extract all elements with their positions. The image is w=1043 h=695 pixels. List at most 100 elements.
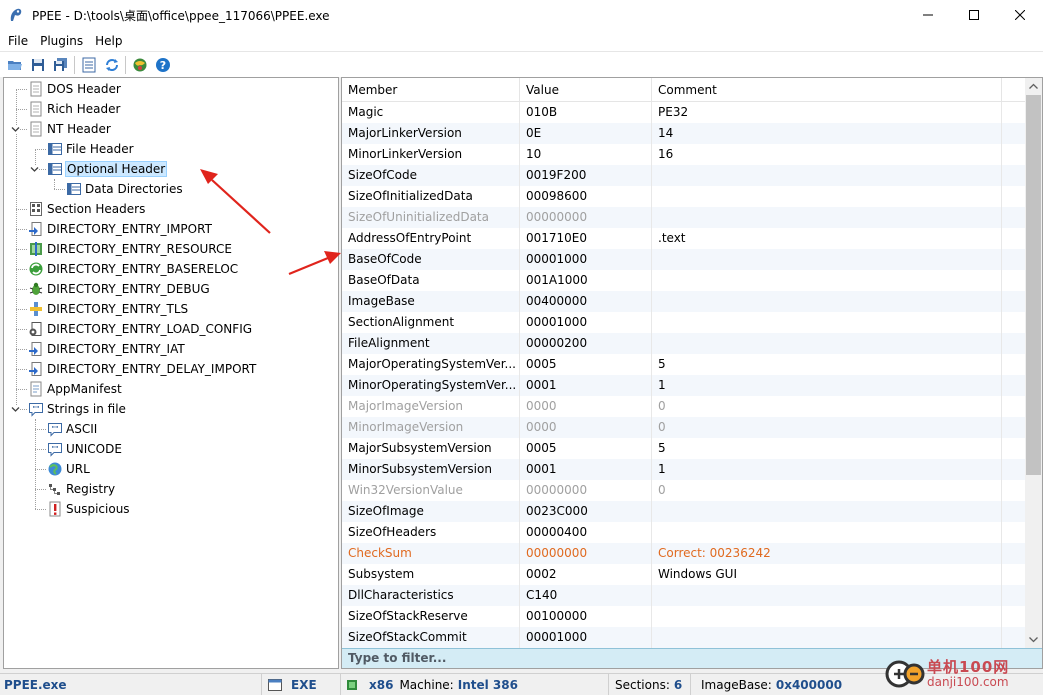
tree-item-file-header[interactable]: File Header <box>47 139 134 159</box>
tree-connector <box>16 289 27 290</box>
cell-value: 00001000 <box>520 312 652 333</box>
table-row[interactable]: BaseOfCode 00001000 <box>342 249 1025 270</box>
column-comment[interactable]: Comment <box>652 78 1002 102</box>
table-row[interactable]: SizeOfStackReserve 00100000 <box>342 606 1025 627</box>
table-row[interactable]: AddressOfEntryPoint 001710E0 .text <box>342 228 1025 249</box>
scrollbar-thumb[interactable] <box>1026 95 1041 475</box>
tree-item-section-headers[interactable]: Section Headers <box>28 199 145 219</box>
table-row[interactable]: SizeOfHeaders 00000400 <box>342 522 1025 543</box>
tree-item-data-directories[interactable]: Data Directories <box>66 179 183 199</box>
cell-comment <box>652 333 1002 354</box>
config-icon <box>29 322 42 336</box>
tree-item-directory-entry-iat[interactable]: DIRECTORY_ENTRY_IAT <box>28 339 185 359</box>
close-icon <box>1015 10 1025 20</box>
table-row[interactable]: SizeOfStackCommit 00001000 <box>342 627 1025 648</box>
tree-item-nt-header[interactable]: NT Header <box>28 119 111 139</box>
cell-member: BaseOfData <box>342 270 520 291</box>
menu-file[interactable]: File <box>2 34 34 48</box>
scroll-up-icon[interactable] <box>1025 78 1042 95</box>
table-row[interactable]: BaseOfData 001A1000 <box>342 270 1025 291</box>
tree-item-label: ASCII <box>66 422 98 436</box>
menu-plugins[interactable]: Plugins <box>34 34 89 48</box>
table-row[interactable]: SizeOfInitializedData 00098600 <box>342 186 1025 207</box>
table-row[interactable]: MinorSubsystemVersion 0001 1 <box>342 459 1025 480</box>
strings-icon: "" <box>29 403 43 417</box>
tree-item-optional-header[interactable]: Optional Header <box>47 159 168 179</box>
table-row[interactable]: SectionAlignment 00001000 <box>342 312 1025 333</box>
svg-text:"": "" <box>51 445 58 453</box>
tree-item-suspicious[interactable]: Suspicious <box>47 499 130 519</box>
table-row[interactable]: SizeOfCode 0019F200 <box>342 165 1025 186</box>
tree-item-label: Registry <box>66 482 116 496</box>
tree-item-label: DIRECTORY_ENTRY_DELAY_IMPORT <box>47 362 257 376</box>
menu-help[interactable]: Help <box>89 34 128 48</box>
tree-item-directory-entry-debug[interactable]: DIRECTORY_ENTRY_DEBUG <box>28 279 210 299</box>
cell-comment: 5 <box>652 438 1002 459</box>
tree-item-strings-in-file[interactable]: "" Strings in file <box>28 399 126 419</box>
cell-comment <box>652 249 1002 270</box>
file-type: EXE <box>291 677 317 692</box>
tree-item-dos-header[interactable]: DOS Header <box>28 79 121 99</box>
save-all-button[interactable] <box>49 54 72 76</box>
table-row[interactable]: MajorImageVersion 0000 0 <box>342 396 1025 417</box>
save-icon <box>31 58 44 71</box>
tree-item-directory-entry-delay-import[interactable]: DIRECTORY_ENTRY_DELAY_IMPORT <box>28 359 256 379</box>
tree-item-label: Strings in file <box>47 402 126 416</box>
grid-icon <box>48 163 62 175</box>
tree-item-unicode[interactable]: "" UNICODE <box>47 439 122 459</box>
table-row[interactable]: MinorLinkerVersion 10 16 <box>342 144 1025 165</box>
close-button[interactable] <box>997 0 1043 30</box>
table-row[interactable]: Subsystem 0002 Windows GUI <box>342 564 1025 585</box>
tree-connector <box>35 509 46 510</box>
table-row[interactable]: CheckSum 00000000 Correct: 00236242 <box>342 543 1025 564</box>
tree-connector <box>35 429 46 430</box>
tree-item-rich-header[interactable]: Rich Header <box>28 99 120 119</box>
expand-chevron-icon[interactable] <box>11 405 20 414</box>
cell-value: 010B <box>520 102 652 123</box>
tree-item-directory-entry-load-config[interactable]: DIRECTORY_ENTRY_LOAD_CONFIG <box>28 319 252 339</box>
tree-item-url[interactable]: URL <box>47 459 90 479</box>
refresh-button[interactable] <box>100 54 123 76</box>
expand-chevron-icon[interactable] <box>11 125 20 134</box>
table-row[interactable]: SizeOfUninitializedData 00000000 <box>342 207 1025 228</box>
minimize-button[interactable] <box>905 0 951 30</box>
column-value[interactable]: Value <box>520 78 652 102</box>
cell-member: DllCharacteristics <box>342 585 520 606</box>
structure-tree[interactable]: DOS Header Rich Header NT Header File Heade… <box>3 77 339 669</box>
plugins-button[interactable] <box>128 54 151 76</box>
tree-item-registry[interactable]: Registry <box>47 479 115 499</box>
tree-item-directory-entry-basereloc[interactable]: DIRECTORY_ENTRY_BASERELOC <box>28 259 238 279</box>
expand-chevron-icon[interactable] <box>30 165 39 174</box>
table-row[interactable]: MinorOperatingSystemVer... 0001 1 <box>342 375 1025 396</box>
table-row[interactable]: FileAlignment 00000200 <box>342 333 1025 354</box>
sections-label: Sections: <box>615 677 670 692</box>
tree-item-appmanifest[interactable]: AppManifest <box>28 379 122 399</box>
globe-icon <box>48 462 62 476</box>
help-button[interactable]: ? <box>151 54 174 76</box>
table-row[interactable]: ImageBase 00400000 <box>342 291 1025 312</box>
table-row[interactable]: SizeOfImage 0023C000 <box>342 501 1025 522</box>
table-row[interactable]: DllCharacteristics C140 <box>342 585 1025 606</box>
scroll-down-icon[interactable] <box>1025 631 1042 648</box>
table-row[interactable]: Win32VersionValue 00000000 0 <box>342 480 1025 501</box>
properties-button[interactable] <box>77 54 100 76</box>
tree-item-directory-entry-resource[interactable]: DIRECTORY_ENTRY_RESOURCE <box>28 239 232 259</box>
table-row[interactable]: MinorImageVersion 0000 0 <box>342 417 1025 438</box>
maximize-button[interactable] <box>951 0 997 30</box>
cell-member: MinorSubsystemVersion <box>342 459 520 480</box>
save-button[interactable] <box>26 54 49 76</box>
tree-item-ascii[interactable]: "" ASCII <box>47 419 97 439</box>
table-row[interactable]: MajorLinkerVersion 0E 14 <box>342 123 1025 144</box>
table-row[interactable]: Magic 010B PE32 <box>342 102 1025 123</box>
cell-value: 0019F200 <box>520 165 652 186</box>
toolbar: ? <box>0 51 1043 77</box>
tree-item-directory-entry-import[interactable]: DIRECTORY_ENTRY_IMPORT <box>28 219 212 239</box>
table-row[interactable]: MajorSubsystemVersion 0005 5 <box>342 438 1025 459</box>
menu-bar: File Plugins Help <box>0 30 1043 51</box>
column-member[interactable]: Member <box>342 78 520 102</box>
open-button[interactable] <box>3 54 26 76</box>
vertical-scrollbar[interactable] <box>1025 78 1042 648</box>
cell-member: MajorSubsystemVersion <box>342 438 520 459</box>
tree-item-directory-entry-tls[interactable]: DIRECTORY_ENTRY_TLS <box>28 299 188 319</box>
table-row[interactable]: MajorOperatingSystemVer... 0005 5 <box>342 354 1025 375</box>
